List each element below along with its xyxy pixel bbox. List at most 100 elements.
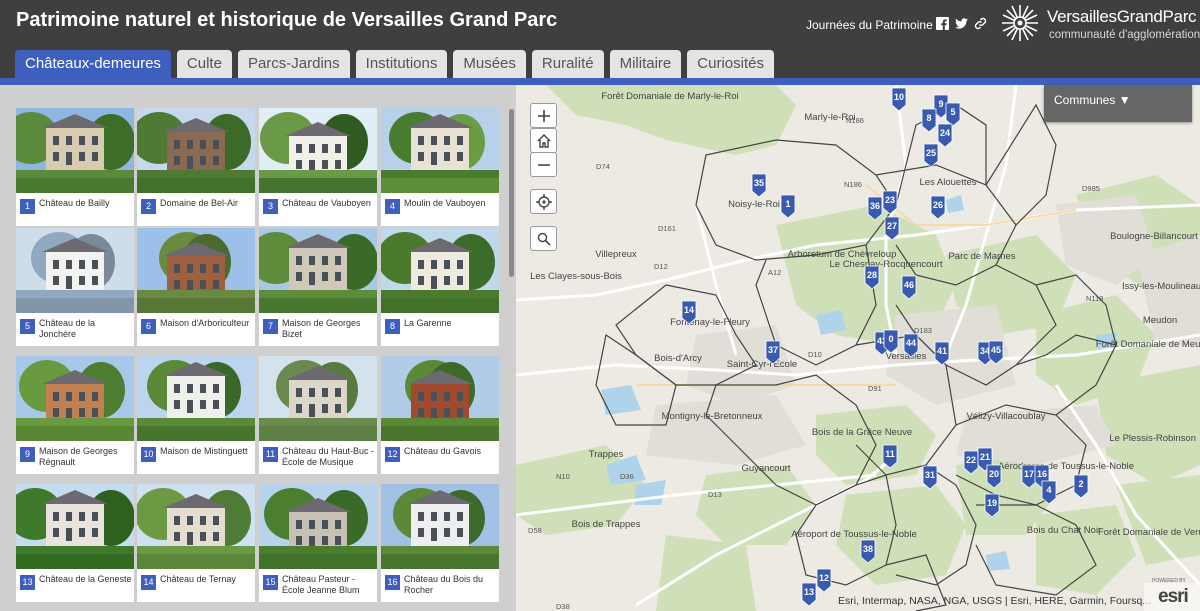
gallery-card-10[interactable]: 10 Maison de Mistinguett [137, 356, 255, 474]
category-tabs: Châteaux-demeures Culte Parcs-Jardins Insti… [15, 50, 774, 78]
heritage-photo [16, 228, 134, 313]
card-caption: Domaine de Bel-Air [160, 198, 239, 208]
home-button[interactable] [530, 128, 557, 153]
gallery-card-15[interactable]: 15 Château Pasteur - École Jeanne Blum [259, 484, 377, 602]
gallery-card-1[interactable]: 1 Château de Bailly [16, 108, 134, 226]
road-number: D161 [658, 224, 676, 233]
marker-number: 13 [804, 587, 814, 597]
heritage-photo [137, 228, 255, 313]
gallery-card-11[interactable]: 11 Château du Haut-Buc - École de Musique [259, 356, 377, 474]
marker-number: 11 [885, 449, 895, 459]
heritage-photo [16, 108, 134, 193]
card-number: 12 [385, 447, 400, 462]
card-number: 3 [263, 199, 278, 214]
marker-number: 45 [991, 345, 1001, 355]
tab-0[interactable]: Châteaux-demeures [15, 50, 171, 78]
marker-number: 34 [980, 346, 990, 356]
minus-icon [537, 163, 550, 166]
tab-7[interactable]: Curiosités [687, 50, 774, 78]
place-label: Boulogne-Billancourt [1110, 231, 1198, 242]
road-number: D985 [1082, 184, 1100, 193]
brand-name: VersaillesGrandParc [1047, 7, 1197, 26]
place-label: Les Alouettes [919, 177, 976, 188]
place-label: Aérodrome de Toussus-le-Noble [998, 461, 1134, 472]
card-caption: Château de la Geneste [39, 574, 132, 584]
heritage-photo [137, 108, 255, 193]
tab-2[interactable]: Parcs-Jardins [237, 50, 350, 78]
card-number: 1 [20, 199, 35, 214]
card-caption: Château de Bailly [39, 198, 110, 208]
versailles-grand-parc-logo-icon [1002, 5, 1038, 41]
gallery-card-16[interactable]: 16 Château du Bois du Rocher [381, 484, 499, 602]
marker-number: 2 [1078, 479, 1083, 489]
twitter-icon[interactable] [955, 17, 968, 30]
powered-by-label: POWERED BY [1152, 578, 1186, 584]
card-caption: Château Pasteur - École Jeanne Blum [282, 574, 360, 595]
place-label: Vélizy-Villacoublay [966, 411, 1045, 422]
communes-dropdown[interactable]: Communes ▼ [1044, 85, 1192, 122]
card-caption: Château de Vauboyen [282, 198, 371, 208]
place-label: Saint-Cyr-l'École [727, 359, 797, 370]
marker-number: 28 [867, 270, 877, 280]
facebook-icon[interactable] [936, 17, 949, 30]
gallery-card-5[interactable]: 5 Château de la Jonchère [16, 228, 134, 346]
place-label: Parc de Marnes [948, 251, 1015, 262]
tab-3[interactable]: Institutions [355, 50, 448, 78]
card-number: 4 [385, 199, 400, 214]
esri-logo: esri [1144, 583, 1200, 611]
gallery-card-3[interactable]: 3 Château de Vauboyen [259, 108, 377, 226]
marker-number: 20 [989, 469, 999, 479]
link-icon[interactable] [974, 17, 987, 30]
gallery-card-9[interactable]: 9 Maison de Georges Régnault [16, 356, 134, 474]
map-view[interactable]: Forêt Domaniale de Marly-le-Roi Marly-le… [516, 85, 1200, 611]
road-number: D38 [556, 602, 570, 611]
journees-link[interactable]: Journées du Patrimoine [806, 18, 933, 32]
tab-6[interactable]: Militaire [609, 50, 682, 78]
heritage-gallery: 1 Château de Bailly 2 Domaine de Bel-Air 3 Ch… [0, 85, 516, 611]
place-label: Guyancourt [741, 463, 790, 474]
heritage-photo [137, 484, 255, 569]
gallery-scrollbar[interactable] [509, 109, 514, 277]
zoom-in-button[interactable] [530, 103, 557, 128]
place-label: Forêt Domaniale de Marly-le-Roi [601, 91, 738, 102]
heritage-photo [381, 356, 499, 441]
marker-number: 37 [768, 345, 778, 355]
card-caption: Maison de Georges Bizet [282, 318, 361, 339]
road-number: A12 [768, 268, 781, 277]
card-number: 13 [20, 575, 35, 590]
home-icon [537, 133, 550, 148]
heritage-photo [16, 484, 134, 569]
road-number: N118 [1086, 294, 1103, 303]
gallery-card-4[interactable]: 4 Moulin de Vauboyen [381, 108, 499, 226]
road-number: D12 [654, 262, 668, 271]
marker-number: 27 [887, 221, 897, 231]
zoom-out-button[interactable] [530, 152, 557, 177]
tab-5[interactable]: Ruralité [531, 50, 604, 78]
search-button[interactable] [530, 226, 557, 251]
heritage-photo [16, 356, 134, 441]
tab-1[interactable]: Culte [176, 50, 232, 78]
gallery-card-14[interactable]: 14 Château de Ternay [137, 484, 255, 602]
road-number: D91 [868, 384, 882, 393]
place-label: Villepreux [595, 249, 637, 260]
gallery-card-8[interactable]: 8 La Garenne [381, 228, 499, 346]
gallery-card-7[interactable]: 7 Maison de Georges Bizet [259, 228, 377, 346]
gallery-card-12[interactable]: 12 Château du Gavois [381, 356, 499, 474]
tab-4[interactable]: Musées [453, 50, 526, 78]
card-number: 5 [20, 319, 35, 334]
marker-number: 19 [987, 498, 997, 508]
marker-number: 8 [926, 113, 931, 123]
card-caption: Maison d'Arboriculteur [160, 318, 250, 328]
locate-button[interactable] [530, 189, 557, 214]
place-label: Bois de la Grâce Neuve [812, 427, 912, 438]
marker-number: 23 [885, 195, 895, 205]
place-label: Bois-d'Arcy [654, 353, 702, 364]
place-label: Aéroport de Toussus-le-Noble [791, 529, 917, 540]
place-label: Bois du Chat Noir [1027, 525, 1101, 536]
road-number: D10 [808, 350, 822, 359]
gallery-card-2[interactable]: 2 Domaine de Bel-Air [137, 108, 255, 226]
brand-subtitle: communauté d'agglomération [1049, 29, 1200, 41]
card-number: 9 [20, 447, 35, 462]
gallery-card-6[interactable]: 6 Maison d'Arboriculteur [137, 228, 255, 346]
gallery-card-13[interactable]: 13 Château de la Geneste [16, 484, 134, 602]
